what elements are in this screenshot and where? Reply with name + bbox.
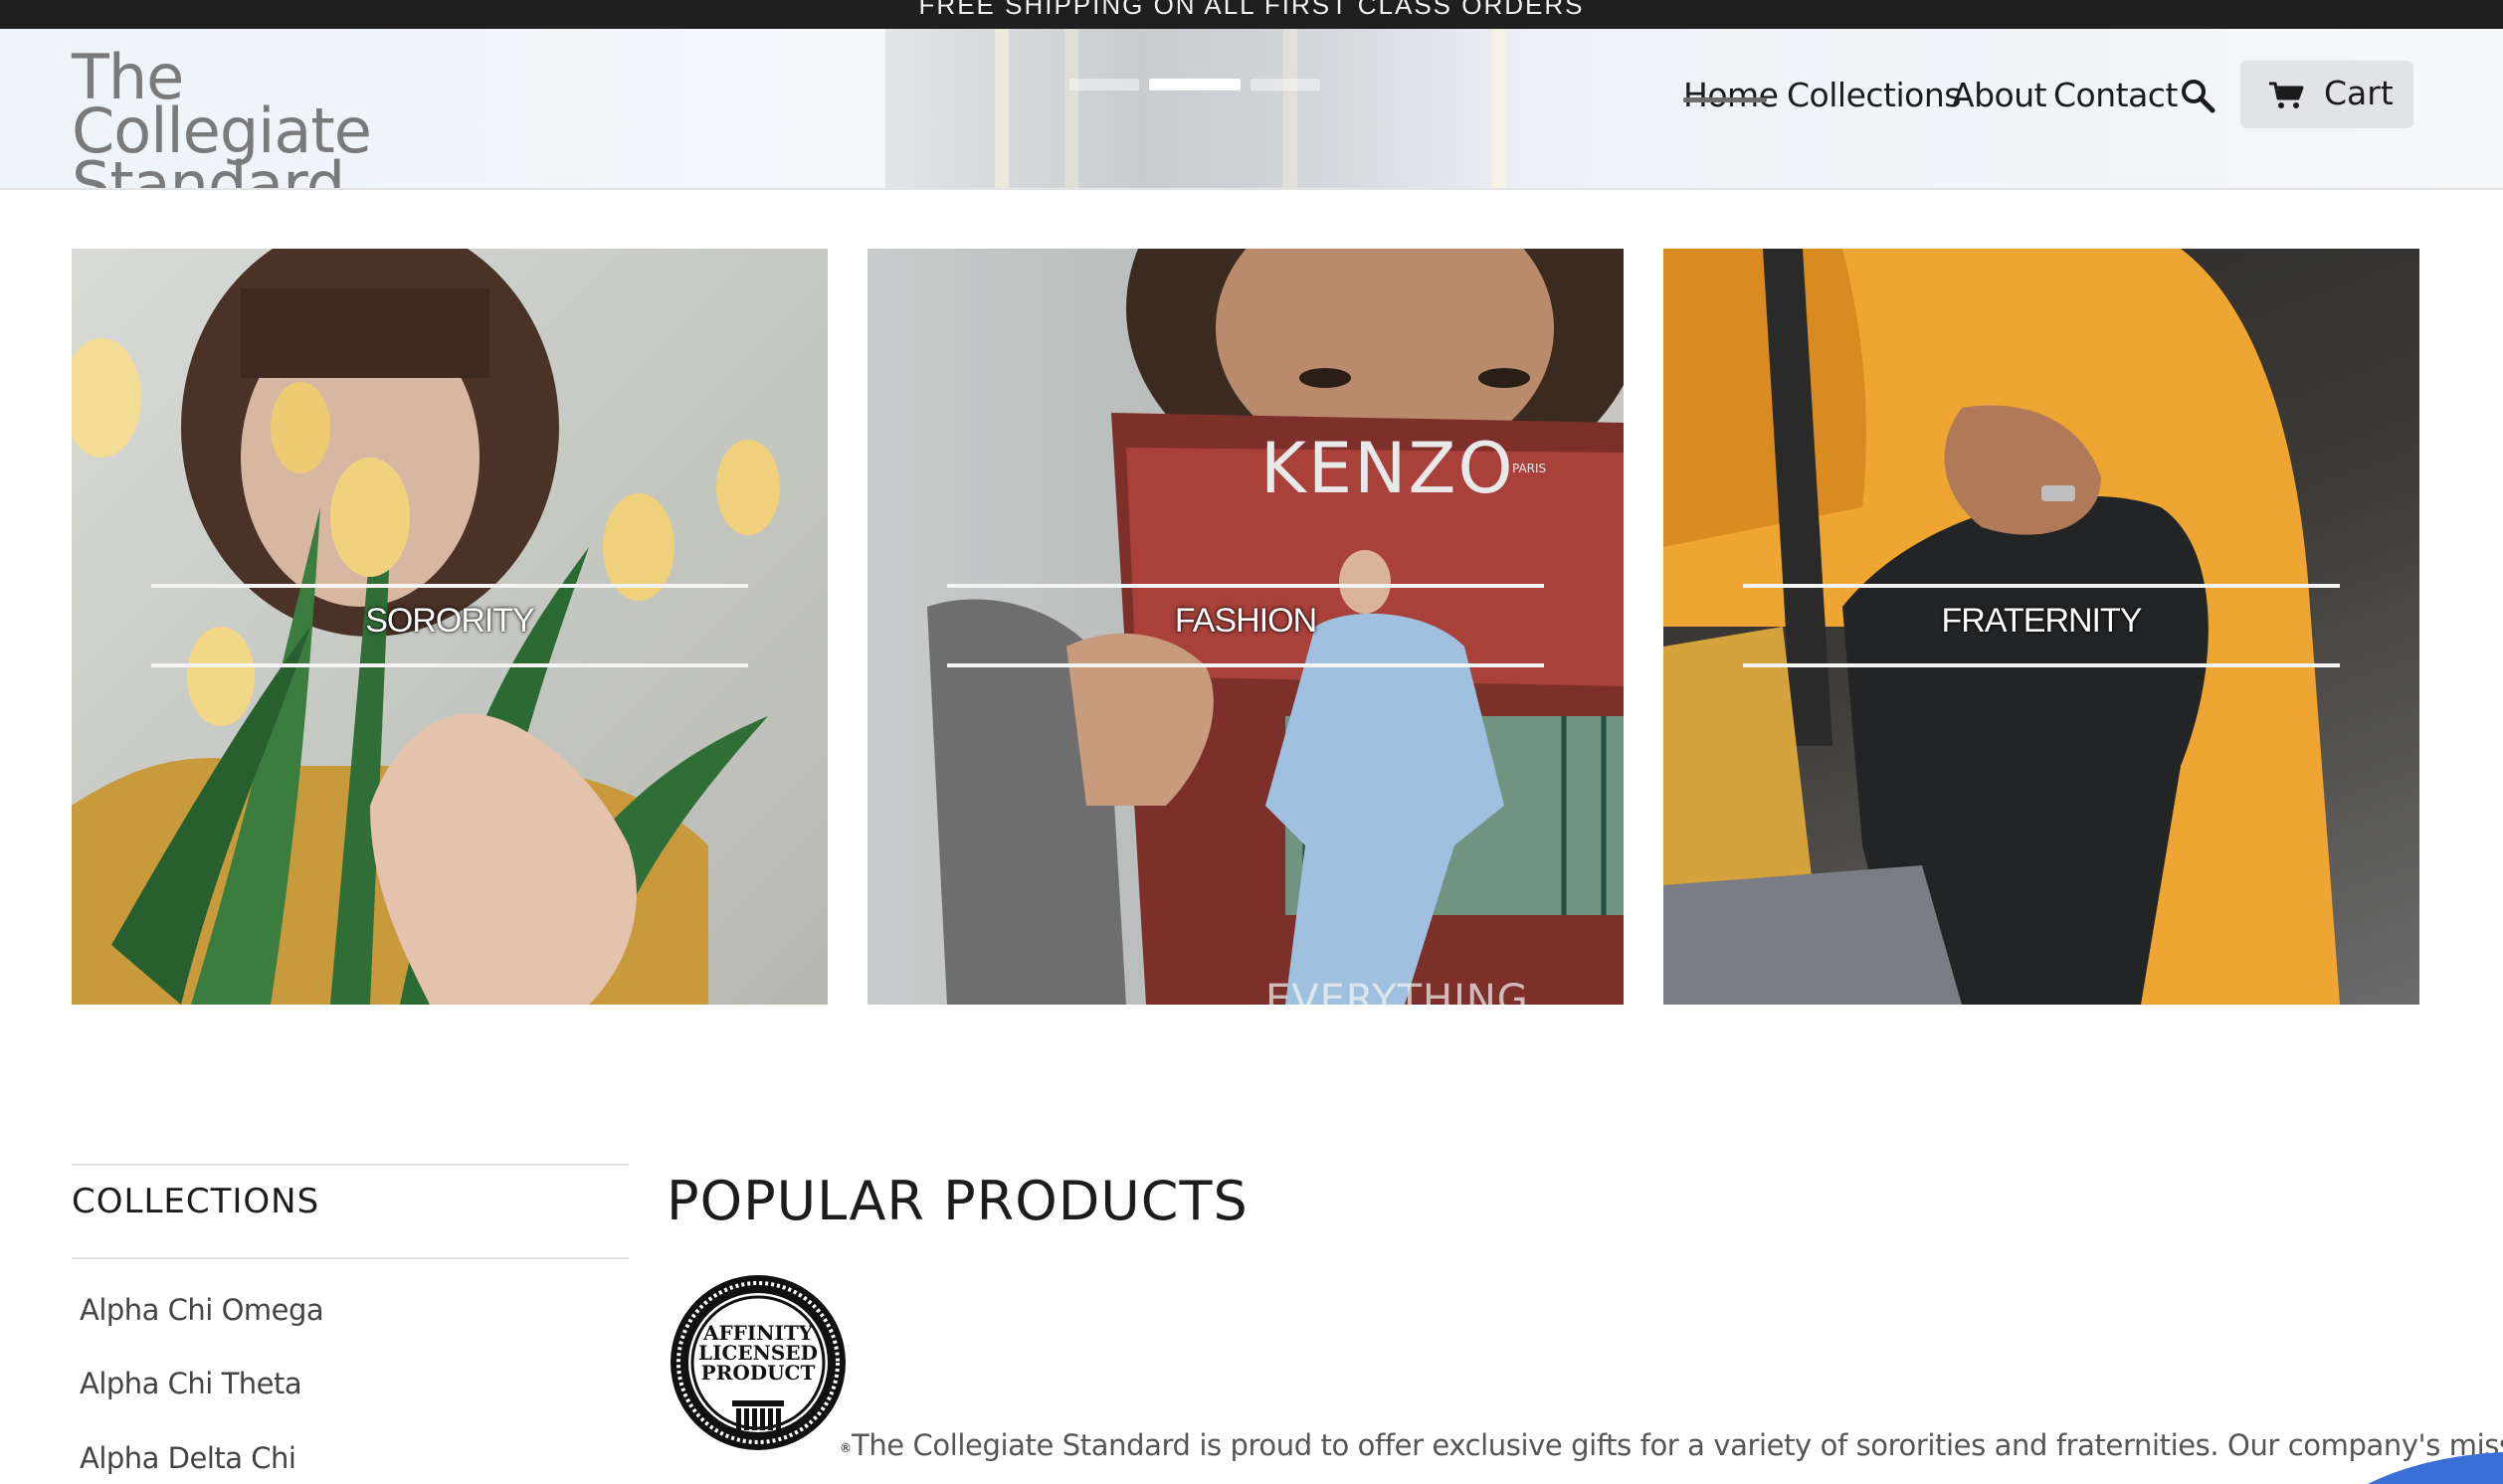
tile-rule-bottom [947, 663, 1544, 667]
sidebar-rule-top [72, 1164, 629, 1166]
tile-label-sorority: SORORITY [365, 602, 535, 640]
sidebar-item-alpha-chi-theta[interactable]: Alpha Chi Theta [80, 1367, 302, 1400]
nav-contact[interactable]: Contact [2053, 71, 2178, 120]
collection-tile-sorority[interactable]: SORORITY [72, 249, 828, 1005]
announcement-text: FREE SHIPPING ON ALL FIRST CLASS ORDERS [918, 0, 1585, 20]
site-header: The Collegiate Standard Home Collections… [0, 29, 2503, 190]
badge-line-3: PRODUCT [700, 1361, 816, 1385]
site-logo[interactable]: The Collegiate Standard [72, 47, 489, 189]
affinity-licensed-badge: ® AFFINITY LICENSED PRODUCT [669, 1273, 856, 1460]
chat-widget-edge[interactable] [2368, 1450, 2503, 1484]
badge-line-2: LICENSED [698, 1341, 818, 1365]
tile-rule-bottom [151, 663, 748, 667]
magazine-subtitle: PARIS [1512, 462, 1547, 475]
header-hero-photo [885, 29, 1522, 188]
announcement-bar: FREE SHIPPING ON ALL FIRST CLASS ORDERS [0, 0, 2503, 29]
slider-dot-2[interactable] [1149, 79, 1241, 91]
cart-button[interactable]: Cart [2240, 61, 2413, 128]
tile-rule-top [947, 584, 1544, 588]
svg-text:®: ® [840, 1441, 852, 1455]
cart-label: Cart [2324, 74, 2394, 112]
sidebar-item-alpha-chi-omega[interactable]: Alpha Chi Omega [80, 1293, 324, 1327]
magazine-bottom-text: EVERYTHING [1265, 977, 1529, 1005]
hero-slider-dots [1069, 79, 1368, 93]
slider-dot-3[interactable] [1251, 79, 1320, 91]
collection-tile-fraternity[interactable]: FRATERNITY [1663, 249, 2419, 1005]
tile-rule-bottom [1743, 663, 2340, 667]
sidebar-item-alpha-delta-chi[interactable]: Alpha Delta Chi [80, 1441, 296, 1475]
tile-label-fashion: FASHION [1174, 602, 1317, 640]
nav-about[interactable]: About [1952, 71, 2047, 120]
search-icon[interactable] [2179, 77, 2218, 116]
tile-rule-top [1743, 584, 2340, 588]
tile-label-fraternity: FRATERNITY [1941, 602, 2143, 640]
nav-active-indicator [1683, 97, 1767, 102]
badge-line-1: AFFINITY [702, 1321, 814, 1345]
collection-tile-fashion[interactable]: KENZO PARIS EVERYTHING FASHION [867, 249, 1624, 1005]
tile-rule-top [151, 584, 748, 588]
cart-icon [2268, 81, 2304, 110]
section-title-popular-products: POPULAR PRODUCTS [667, 1170, 1249, 1232]
magazine-title: KENZO [1260, 428, 1515, 509]
sidebar-rule-bottom [72, 1257, 629, 1259]
nav-home[interactable]: Home [1683, 71, 1779, 120]
nav-collections[interactable]: Collections [1787, 71, 1961, 120]
sidebar-title: COLLECTIONS [72, 1182, 320, 1221]
intro-paragraph: The Collegiate Standard is proud to offe… [852, 1428, 2503, 1462]
slider-dot-1[interactable] [1069, 79, 1139, 91]
